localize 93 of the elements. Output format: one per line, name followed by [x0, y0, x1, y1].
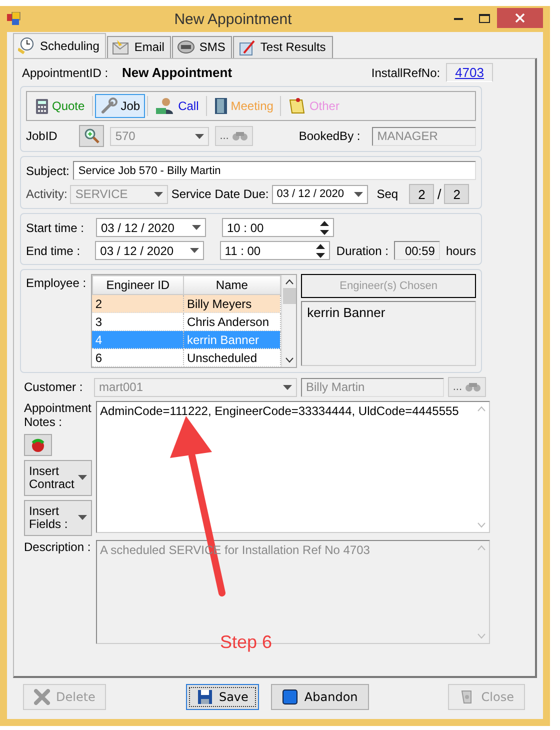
lookup-button[interactable]: ... [214, 126, 253, 146]
tab[interactable]: Scheduling [13, 33, 106, 58]
time-field[interactable]: 10 : 00 [222, 218, 334, 237]
dropdown-arrow-icon [192, 225, 201, 230]
column-header[interactable]: Name [183, 276, 280, 294]
time-field[interactable]: 11 : 00 [220, 241, 330, 260]
tab[interactable]: Test Results [233, 36, 333, 58]
refresh-icon [30, 436, 46, 453]
table-cell[interactable]: 2 [92, 294, 184, 312]
field-label: AppointmentID : [22, 66, 108, 80]
scroll-down-icon [476, 522, 486, 528]
caret-icon [78, 475, 87, 480]
separator-text: / [437, 186, 442, 202]
insert-dropdown-button[interactable]: Insert Contract [24, 460, 92, 496]
field-label: Employee : [26, 276, 87, 290]
scroll-thumb[interactable] [282, 288, 296, 304]
maximize-icon [478, 14, 490, 22]
door-icon [214, 97, 228, 115]
table-cell[interactable]: Billy Meyers [183, 294, 280, 312]
dropdown-arrow-icon [354, 192, 363, 196]
scroll-up-icon [476, 406, 486, 412]
action-button[interactable]: Abandon [271, 684, 369, 710]
refresh-button[interactable] [24, 434, 52, 456]
subject-field[interactable]: Service Job 570 - Billy Martin [73, 161, 476, 180]
spinner-icon[interactable] [316, 242, 326, 258]
lookup-button[interactable]: ... [448, 377, 486, 397]
date-picker[interactable]: 03 / 12 / 2020 [96, 218, 206, 237]
table-cell[interactable]: Chris Anderson [183, 312, 280, 330]
zoom-button[interactable] [78, 125, 104, 147]
list-item[interactable]: kerrin Banner [307, 305, 470, 320]
binoculars-icon [465, 382, 481, 392]
scroll-down-icon [476, 632, 486, 639]
field-label: Description : [24, 540, 92, 554]
envelope-icon [112, 38, 130, 56]
x-icon [34, 689, 50, 705]
clock-icon [18, 37, 36, 54]
field-label: BookedBy : [298, 129, 360, 143]
app-icon [7, 12, 21, 26]
speech-bubble-icon [177, 38, 196, 56]
dropdown-arrow-icon [190, 248, 199, 253]
job-type-button[interactable]: Quote [30, 94, 90, 118]
annotation-text: Step 6 [220, 632, 272, 653]
action-button[interactable]: Save [186, 684, 260, 710]
unit-label: hours [446, 244, 476, 258]
scrollbar[interactable] [280, 275, 296, 367]
tab[interactable]: SMS [172, 36, 232, 58]
dropdown-arrow-icon [283, 384, 292, 390]
column-header[interactable]: Engineer ID [92, 276, 184, 294]
sequence-total-field: 2 [444, 184, 470, 204]
person-icon [155, 97, 176, 115]
field-label: Start time : [26, 220, 86, 234]
field-label: Appointment Notes : [24, 401, 92, 430]
appointment-id: New Appointment [122, 65, 232, 80]
spinner-icon[interactable] [320, 220, 329, 236]
field-label: Customer : [24, 380, 84, 394]
customer-name-field: Billy Martin [301, 378, 444, 396]
duration-field: 00:59 [394, 241, 440, 260]
calculator-icon [35, 98, 49, 114]
scroll-down-icon [284, 357, 294, 363]
notes-textarea[interactable]: AdminCode=111222, EngineerCode=33334444, UldCode=4445555 [96, 401, 490, 533]
field-label: JobID [26, 129, 58, 143]
tab[interactable]: Email [107, 36, 172, 58]
binoculars-icon [232, 131, 248, 141]
note-icon [288, 97, 306, 115]
dropdown-arrow-icon [194, 134, 204, 138]
job-type-button[interactable]: Job [94, 94, 146, 118]
scroll-up-icon [476, 544, 486, 551]
date-picker[interactable]: 03 / 12 / 2020 [95, 241, 204, 260]
square-icon [282, 689, 298, 705]
date-picker[interactable]: 03 / 12 / 2020 [272, 184, 368, 204]
caret-icon [78, 515, 87, 520]
field-label: Subject: [26, 164, 70, 178]
field-label: End time : [26, 244, 82, 258]
field-label: Duration : [336, 244, 388, 258]
table-cell[interactable]: 6 [92, 348, 184, 366]
field-label: Seq [376, 187, 398, 201]
field-label: InstallRefNo: [371, 66, 440, 80]
table-cell[interactable]: 3 [92, 312, 184, 330]
table-cell[interactable]: Unscheduled [183, 348, 280, 366]
field-label: Activity: [26, 187, 68, 201]
job-type-button[interactable]: Call [150, 94, 204, 118]
scroll-up-icon [284, 279, 294, 285]
close-button[interactable] [497, 8, 543, 28]
sequence-field: 2 [409, 184, 434, 204]
booked-by-field: MANAGER [372, 126, 476, 146]
install-ref-link[interactable]: 4703 [446, 63, 493, 82]
window-title: New Appointment [173, 10, 293, 28]
minimize-icon [454, 16, 462, 20]
close-icon [515, 13, 525, 23]
field-label: Service Date Due: [171, 187, 269, 201]
wrench-icon [100, 97, 118, 115]
dropdown-arrow-icon [154, 192, 164, 196]
insert-dropdown-button[interactable]: Insert Fields : [24, 500, 92, 536]
